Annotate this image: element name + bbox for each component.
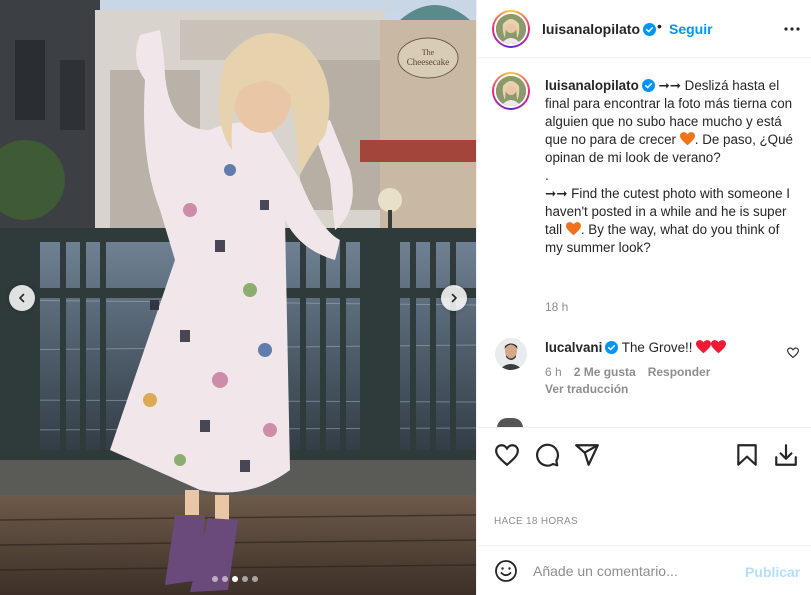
see-translation-link[interactable]: Ver traducción	[545, 382, 628, 396]
post-side-panel: luisanalopilato • Seguir luisanalopilato…	[476, 0, 811, 595]
emoji-icon[interactable]	[494, 559, 518, 583]
verified-badge-icon	[641, 79, 655, 92]
post-time-ago: HACE 18 HORAS	[494, 516, 578, 527]
comment-text: The Grove!!	[621, 340, 693, 355]
comment-icon[interactable]	[534, 442, 560, 468]
carousel-dot	[252, 576, 258, 582]
reply-button[interactable]: Responder	[648, 365, 711, 379]
author-avatar-image	[496, 14, 526, 44]
red-heart-emoji-icon	[696, 340, 712, 354]
comment-body: lucalvani The Grove!!	[545, 340, 727, 355]
heart-icon[interactable]	[494, 442, 520, 468]
chevron-left-icon	[19, 293, 25, 303]
author-avatar[interactable]	[492, 10, 530, 48]
post-photo: The Cheesecake	[0, 0, 476, 595]
red-heart-emoji-icon	[711, 340, 727, 354]
more-horizontal-icon[interactable]	[782, 19, 802, 39]
follow-button[interactable]: Seguir	[669, 21, 713, 37]
svg-text:Cheesecake: Cheesecake	[407, 57, 449, 67]
download-icon[interactable]	[773, 442, 799, 468]
chevron-right-icon	[451, 293, 457, 303]
next-slide-button[interactable]	[441, 285, 467, 311]
caption-timestamp: 18 h	[545, 300, 569, 314]
post-actions-bar	[477, 427, 811, 487]
publish-button[interactable]: Publicar	[745, 564, 800, 580]
commenter-username[interactable]: lucalvani	[545, 340, 602, 355]
author-username-text[interactable]: luisanalopilato	[542, 21, 640, 37]
comment-age: 6 h	[545, 365, 562, 379]
post-caption: luisanalopilato ➞➞ Deslizá hasta el fina…	[545, 77, 797, 257]
author-username[interactable]: luisanalopilato	[542, 21, 657, 37]
caption-author-avatar[interactable]	[492, 72, 530, 110]
carousel-dot	[212, 576, 218, 582]
caption-avatar-image	[496, 76, 526, 106]
carousel-dot	[242, 576, 248, 582]
orange-heart-emoji-icon	[679, 132, 695, 146]
comment-composer: Publicar	[477, 545, 811, 595]
previous-slide-button[interactable]	[9, 285, 35, 311]
share-icon[interactable]	[574, 442, 600, 468]
caption-text-3: . By the way, what do you think of my su…	[545, 222, 780, 255]
comment-meta: 6 h 2 Me gusta Responder	[545, 365, 710, 379]
commenter-avatar[interactable]	[495, 338, 527, 370]
orange-heart-emoji-icon	[565, 222, 581, 236]
instagram-post-modal: The Cheesecake luisanalopilato • Seguir …	[0, 0, 811, 595]
comment-like-heart-icon[interactable]	[787, 347, 799, 359]
verified-badge-icon	[605, 341, 619, 354]
carousel-dot	[222, 576, 228, 582]
comment-likes[interactable]: 2 Me gusta	[574, 365, 636, 379]
post-header: luisanalopilato • Seguir	[477, 0, 811, 58]
svg-text:The: The	[422, 48, 435, 57]
bookmark-icon[interactable]	[734, 442, 760, 468]
verified-badge-icon	[643, 23, 657, 36]
carousel-dot	[232, 576, 238, 582]
caption-username[interactable]: luisanalopilato	[545, 78, 639, 93]
post-media[interactable]: The Cheesecake	[0, 0, 476, 595]
comment-input[interactable]	[533, 558, 733, 584]
carousel-indicator	[212, 576, 258, 582]
commenter-avatar-image	[495, 338, 527, 370]
header-separator: •	[657, 18, 662, 34]
